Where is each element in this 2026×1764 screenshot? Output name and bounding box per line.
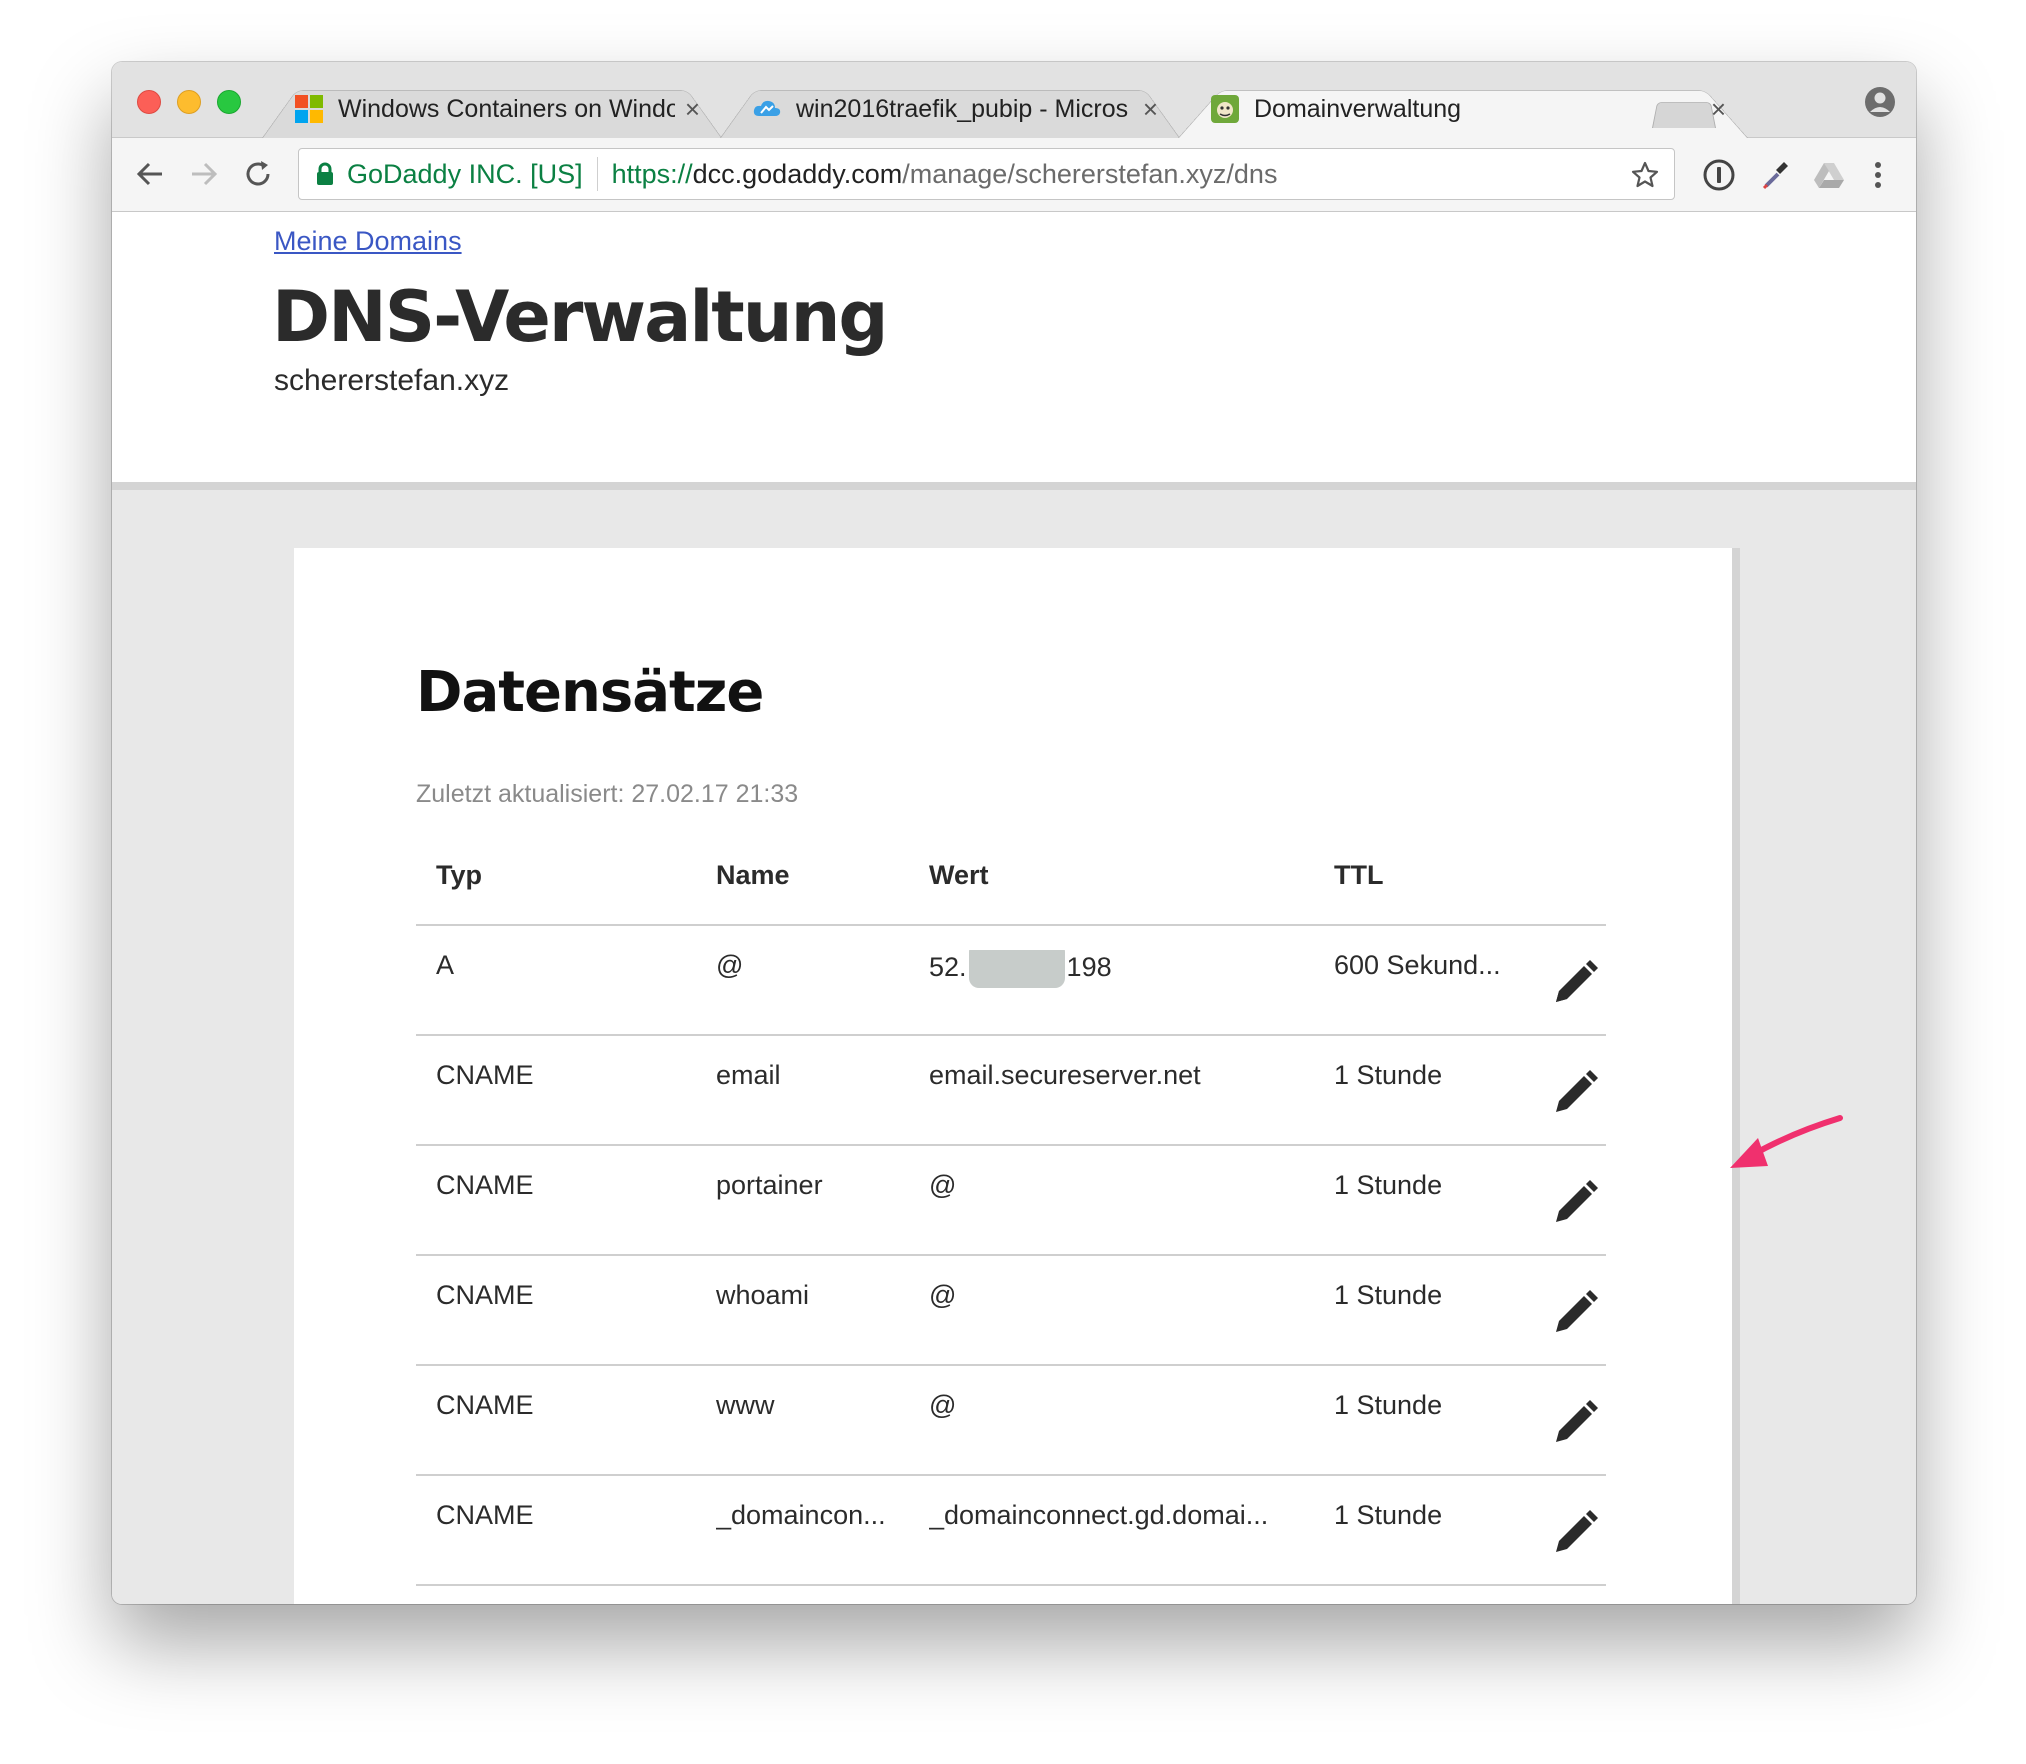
tab-windows-containers[interactable]: Windows Containers on Windo × [262,80,722,138]
record-name: whoami [716,1280,810,1310]
record-ttl: 1 Stunde [1334,1060,1443,1090]
url-scheme: https:// [611,158,693,189]
tab-close-icon[interactable]: × [1711,94,1726,125]
table-row: A @ 52. 198 600 Sekund... [416,926,1606,1036]
records-card: Datensätze Zuletzt aktualisiert: 27.02.1… [294,548,1740,1604]
browser-window: Windows Containers on Windo × win2016tra… [112,62,1916,1604]
record-type: CNAME [436,1390,534,1420]
record-ttl: 600 Sekund... [1334,950,1501,980]
record-name: email [716,1060,781,1090]
record-value: @ [929,1390,957,1420]
pencil-icon[interactable] [1548,1176,1602,1230]
record-name: www [716,1390,775,1420]
password-manager-icon[interactable] [1702,158,1736,192]
pencil-icon[interactable] [1548,1286,1602,1340]
table-row: CNAME www @ 1 Stunde [416,1366,1606,1476]
annotation-arrow-icon [1730,1115,1843,1168]
pencil-icon[interactable] [1548,956,1602,1010]
record-value: 52. 198 [929,950,1309,988]
tab-title: win2016traefik_pubip - Micros [796,94,1129,123]
column-header-wert: Wert [929,860,989,890]
drive-icon[interactable] [1812,158,1846,192]
url-path: /manage/schererstefan.xyz/dns [902,158,1278,189]
star-icon[interactable] [1630,160,1660,190]
record-ttl: 1 Stunde [1334,1170,1443,1200]
eyedropper-icon[interactable] [1758,158,1792,192]
page-header: Meine Domains DNS-Verwaltung schererstef… [112,212,1916,490]
page-content: Meine Domains DNS-Verwaltung schererstef… [112,212,1916,1604]
pencil-icon[interactable] [1548,1396,1602,1450]
record-type: CNAME [436,1060,534,1090]
record-type: CNAME [436,1280,534,1310]
address-bar[interactable]: GoDaddy INC. [US] https://dcc.godaddy.co… [298,148,1675,200]
table-row: CNAME _domaincon... _domainconnect.gd.do… [416,1476,1606,1586]
record-ttl: 1 Stunde [1334,1280,1443,1310]
redacted-ip-mask [968,950,1065,988]
last-updated: Zuletzt aktualisiert: 27.02.17 21:33 [416,780,799,808]
record-value: @ [929,1280,957,1310]
tab-azure[interactable]: win2016traefik_pubip - Micros × [720,80,1180,138]
lock-icon [317,162,333,185]
zoom-window-button[interactable] [217,90,241,114]
record-ttl: 1 Stunde [1334,1500,1443,1530]
azure-cloud-icon [753,100,781,116]
domain-name: schererstefan.xyz [274,364,510,397]
records-title: Datensätze [416,660,764,725]
column-header-name: Name [716,860,790,890]
record-value: @ [929,1170,957,1200]
certificate-org: GoDaddy INC. [US] [347,158,583,189]
record-name: _domaincon... [716,1500,886,1530]
record-name: @ [716,950,744,980]
pencil-icon[interactable] [1548,1066,1602,1120]
reload-icon[interactable] [240,156,276,192]
tab-close-icon[interactable]: × [685,94,700,125]
browser-toolbar: GoDaddy INC. [US] https://dcc.godaddy.co… [112,138,1916,212]
tab-close-icon[interactable]: × [1143,94,1158,125]
breadcrumb-my-domains[interactable]: Meine Domains [274,226,462,257]
table-row: CNAME whoami @ 1 Stunde [416,1256,1606,1366]
url-host: dcc.godaddy.com [692,158,903,189]
record-type: CNAME [436,1500,534,1530]
record-value: _domainconnect.gd.domai... [929,1500,1269,1530]
column-header-ttl: TTL [1334,860,1384,890]
table-row: CNAME portainer @ 1 Stunde [416,1146,1606,1256]
minimize-window-button[interactable] [177,90,201,114]
menu-icon[interactable] [1868,158,1888,192]
record-value-prefix: 52. [929,952,967,983]
godaddy-favicon-icon [1211,95,1239,123]
tab-title: Domainverwaltung [1254,94,1462,123]
record-type: CNAME [436,1170,534,1200]
dns-records-table: Typ Name Wert TTL A @ 52. 198 600 Sekund.… [416,838,1606,1586]
back-icon[interactable] [132,156,168,192]
record-value-suffix: 198 [1066,952,1112,983]
profile-icon[interactable] [1864,86,1896,118]
tab-strip: Windows Containers on Windo × win2016tra… [112,62,1916,138]
tab-title: Windows Containers on Windo [338,94,675,123]
pencil-icon[interactable] [1548,1506,1602,1560]
windows-logo-icon [295,95,323,123]
record-ttl: 1 Stunde [1334,1390,1443,1420]
record-name: portainer [716,1170,823,1200]
record-type: A [436,950,455,980]
forward-icon[interactable] [186,156,222,192]
page-title: DNS-Verwaltung [272,276,889,358]
column-header-typ: Typ [436,860,482,890]
record-value: email.secureserver.net [929,1060,1201,1090]
close-window-button[interactable] [137,90,161,114]
table-row: CNAME email email.secureserver.net 1 Stu… [416,1036,1606,1146]
table-header: Typ Name Wert TTL [416,838,1606,926]
tab-domainverwaltung[interactable]: Domainverwaltung × [1178,80,1748,138]
omnibox-divider [596,157,598,191]
